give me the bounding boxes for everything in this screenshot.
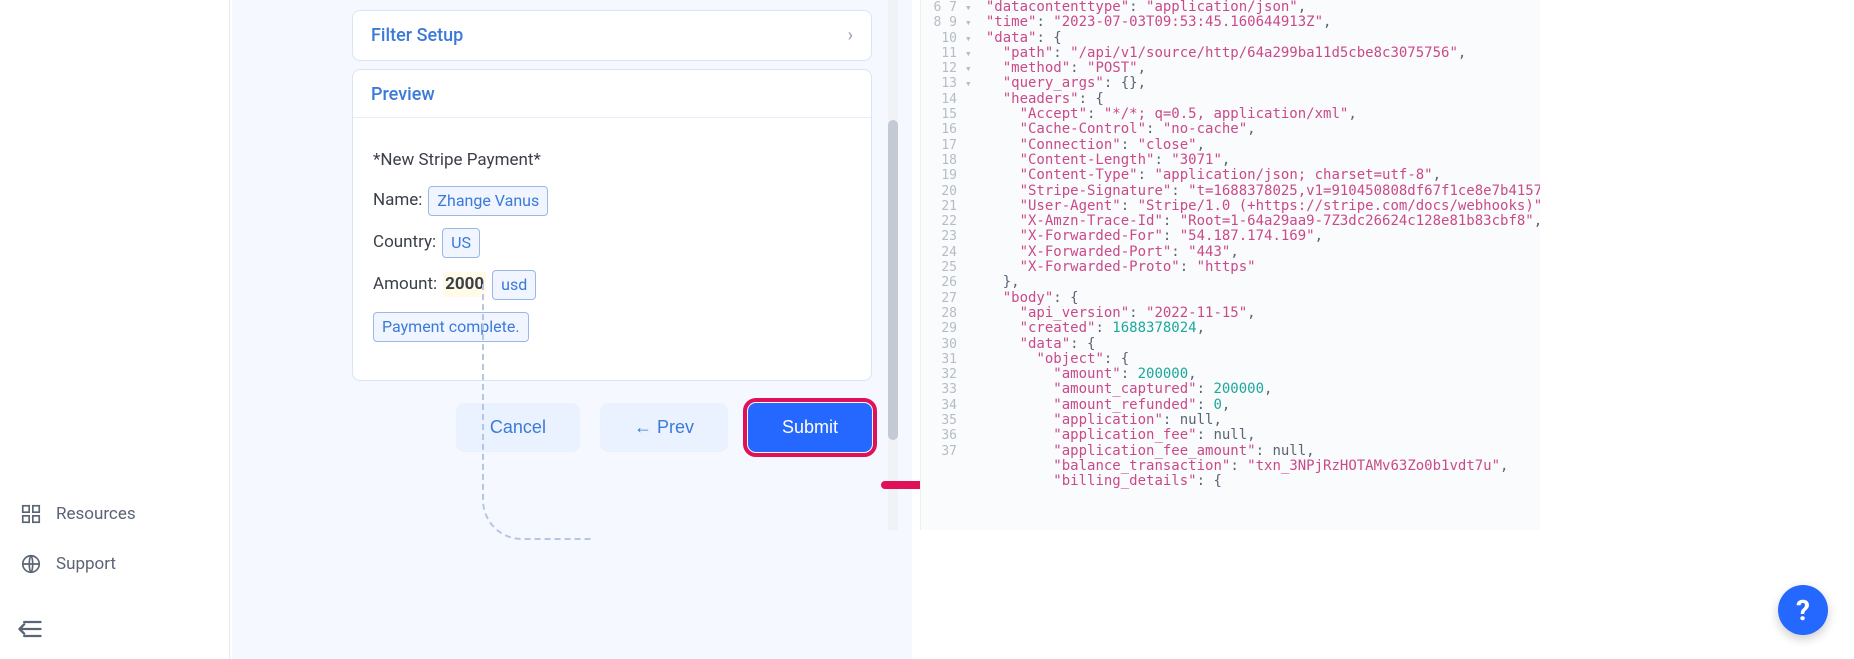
chevron-right-icon: ›: [848, 25, 853, 46]
sidebar-item-label: Support: [56, 554, 116, 574]
help-button[interactable]: ?: [1778, 585, 1828, 635]
code-gutter: 6 7 8 9 10 11 12 13 14 15 16 17 18 19 20…: [921, 0, 963, 459]
sidebar: Resources Support: [0, 0, 230, 659]
preview-currency-tag[interactable]: usd: [492, 270, 536, 300]
preview-status-tag[interactable]: Payment complete.: [373, 312, 529, 342]
filter-setup-panel[interactable]: Filter Setup ›: [352, 10, 872, 61]
preview-country-label: Country:: [373, 230, 436, 256]
preview-body: *New Stripe Payment* Name: Zhange Vanus …: [353, 118, 871, 380]
preview-name-tag[interactable]: Zhange Vanus: [428, 186, 548, 216]
sidebar-item-label: Resources: [56, 504, 136, 524]
filter-setup-title: Filter Setup: [371, 25, 463, 46]
preview-panel: Preview *New Stripe Payment* Name: Zhang…: [352, 69, 872, 381]
preview-amount-value: 2000: [443, 272, 486, 298]
code-body[interactable]: "datacontenttype": "application/json", "…: [969, 0, 1540, 490]
preview-heading: *New Stripe Payment*: [373, 148, 541, 174]
collapse-icon: [16, 615, 44, 643]
question-icon: ?: [1796, 594, 1810, 627]
cancel-button[interactable]: Cancel: [456, 403, 580, 452]
globe-icon: [20, 553, 42, 575]
submit-button[interactable]: Submit: [748, 403, 872, 452]
resources-icon: [20, 503, 42, 525]
sidebar-item-resources[interactable]: Resources: [0, 489, 229, 539]
main-panel: Filter Setup › Preview *New Stripe Payme…: [232, 0, 912, 659]
sidebar-item-support[interactable]: Support: [0, 539, 229, 589]
preview-name-label: Name:: [373, 188, 422, 214]
preview-amount-label: Amount:: [373, 272, 437, 298]
action-buttons: Cancel Prev Submit: [352, 403, 872, 452]
sidebar-collapse-button[interactable]: [16, 615, 44, 643]
code-panel: 6 7 8 9 10 11 12 13 14 15 16 17 18 19 20…: [920, 0, 1540, 530]
preview-title: Preview: [353, 70, 871, 118]
preview-country-tag[interactable]: US: [442, 228, 480, 258]
scrollbar-thumb[interactable]: [888, 120, 898, 440]
main-scrollbar[interactable]: [888, 0, 898, 530]
prev-button[interactable]: Prev: [600, 403, 728, 452]
